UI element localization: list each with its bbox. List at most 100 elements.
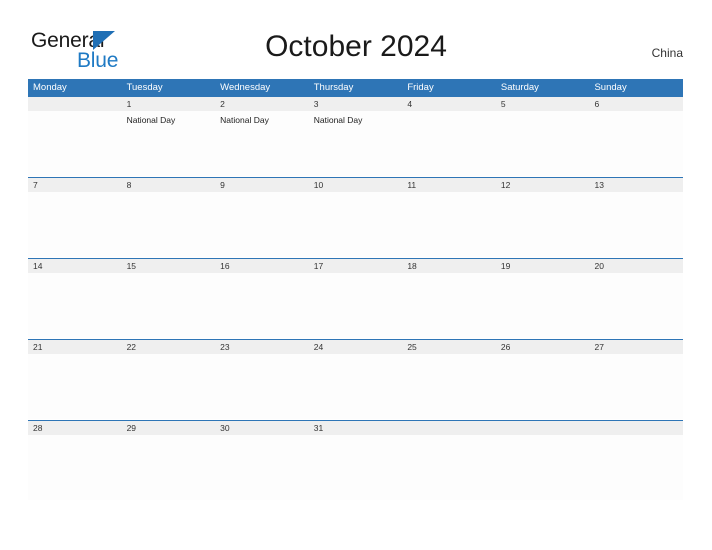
day-number[interactable]: 28 [28,421,122,435]
day-cell[interactable] [215,354,309,419]
weekday-header-saturday: Saturday [500,82,539,93]
week-event-strip: National Day National Day National Day [28,111,683,176]
day-number-empty [28,97,122,111]
weekday-header-sunday: Sunday [594,82,627,93]
holiday-event-label: National Day [126,115,176,125]
day-number[interactable]: 23 [215,340,309,354]
day-number[interactable]: 3 [309,97,403,111]
weekday-header-tuesday: Tuesday [126,82,163,93]
calendar-week-row: 7 8 9 10 11 12 13 [28,177,683,258]
day-number-empty [402,421,496,435]
weekday-header-monday: Monday [33,82,67,93]
page-title: October 2024 [265,30,447,63]
day-cell [402,435,496,500]
day-number[interactable]: 15 [122,259,216,273]
day-cell[interactable] [309,435,403,500]
week-event-strip [28,273,683,338]
day-number[interactable]: 22 [122,340,216,354]
week-event-strip [28,192,683,257]
day-cell[interactable] [122,435,216,500]
day-cell[interactable]: National Day [215,111,309,176]
day-number[interactable]: 10 [309,178,403,192]
day-cell[interactable] [122,354,216,419]
day-cell[interactable] [28,354,122,419]
day-cell[interactable] [215,192,309,257]
day-number[interactable]: 16 [215,259,309,273]
day-cell[interactable] [122,192,216,257]
week-date-strip: 21 22 23 24 25 26 27 [28,339,683,354]
day-cell [28,111,122,176]
day-number[interactable]: 26 [496,340,590,354]
weekday-header-thursday: Thursday [313,82,354,93]
day-cell[interactable] [402,192,496,257]
week-date-strip: 123456 [28,96,683,111]
day-number[interactable]: 31 [309,421,403,435]
weekday-header-friday: Friday [407,82,434,93]
day-cell[interactable] [402,354,496,419]
day-cell[interactable] [309,273,403,338]
day-cell[interactable] [402,111,496,176]
holiday-event-label: National Day [220,115,269,125]
day-cell[interactable] [496,192,590,257]
day-number[interactable]: 6 [589,97,683,111]
day-number[interactable]: 8 [122,178,216,192]
day-cell[interactable] [496,111,590,176]
day-number[interactable]: 9 [215,178,309,192]
day-cell[interactable] [589,273,683,338]
day-cell[interactable] [589,111,683,176]
day-number[interactable]: 2 [215,97,309,111]
day-cell[interactable] [496,273,590,338]
day-cell[interactable] [402,273,496,338]
page-header: General Blue October 2024 China [0,0,712,78]
week-date-strip: 14 15 16 17 18 19 20 [28,258,683,273]
week-date-strip: 7 8 9 10 11 12 13 [28,177,683,192]
day-cell [589,435,683,500]
day-number-empty [589,421,683,435]
day-number[interactable]: 12 [496,178,590,192]
day-cell[interactable] [28,273,122,338]
weekday-header-wednesday: Wednesday [220,82,271,93]
day-cell[interactable] [309,192,403,257]
day-number[interactable]: 19 [496,259,590,273]
day-number[interactable]: 4 [402,97,496,111]
calendar-week-row: 1 2 3 4 5 6 National Day National Day National D… [28,96,683,177]
day-number[interactable]: 14 [28,259,122,273]
day-number[interactable]: 25 [402,340,496,354]
holiday-event-label: National Day [313,115,363,125]
day-cell[interactable] [122,273,216,338]
week-event-strip [28,354,683,419]
day-number[interactable]: 1 [122,97,216,111]
day-number-empty [496,421,590,435]
day-cell[interactable]: National Day [122,111,216,176]
day-number[interactable]: 24 [309,340,403,354]
day-cell[interactable] [589,354,683,419]
day-number[interactable]: 13 [589,178,683,192]
day-cell[interactable] [215,273,309,338]
day-number[interactable]: 11 [402,178,496,192]
day-cell[interactable] [496,354,590,419]
day-number[interactable]: 5 [496,97,590,111]
day-cell[interactable] [589,192,683,257]
weekday-header-row: Monday Tuesday Wednesday Thursday Friday… [28,79,683,96]
calendar-page: General Blue October 2024 China Monday T… [0,0,712,550]
day-number[interactable]: 20 [589,259,683,273]
day-cell[interactable]: National Day [309,111,403,176]
country-label: China [651,46,683,60]
calendar-week-row: 14 15 16 17 18 19 20 [28,258,683,339]
day-number[interactable]: 7 [28,178,122,192]
day-number[interactable]: 27 [589,340,683,354]
calendar-weeks: 1 2 3 4 5 6 National Day National Day National D… [28,96,683,501]
calendar-grid: Monday Tuesday Wednesday Thursday Friday… [28,79,683,501]
day-number[interactable]: 29 [122,421,216,435]
day-number[interactable]: 18 [402,259,496,273]
day-cell [496,435,590,500]
day-cell[interactable] [309,354,403,419]
day-cell[interactable] [215,435,309,500]
day-cell[interactable] [28,192,122,257]
calendar-week-row: 21 22 23 24 25 26 27 [28,339,683,420]
day-cell[interactable] [28,435,122,500]
week-date-strip: 28 29 30 31 [28,420,683,435]
day-number[interactable]: 30 [215,421,309,435]
day-number[interactable]: 17 [309,259,403,273]
day-number[interactable]: 21 [28,340,122,354]
